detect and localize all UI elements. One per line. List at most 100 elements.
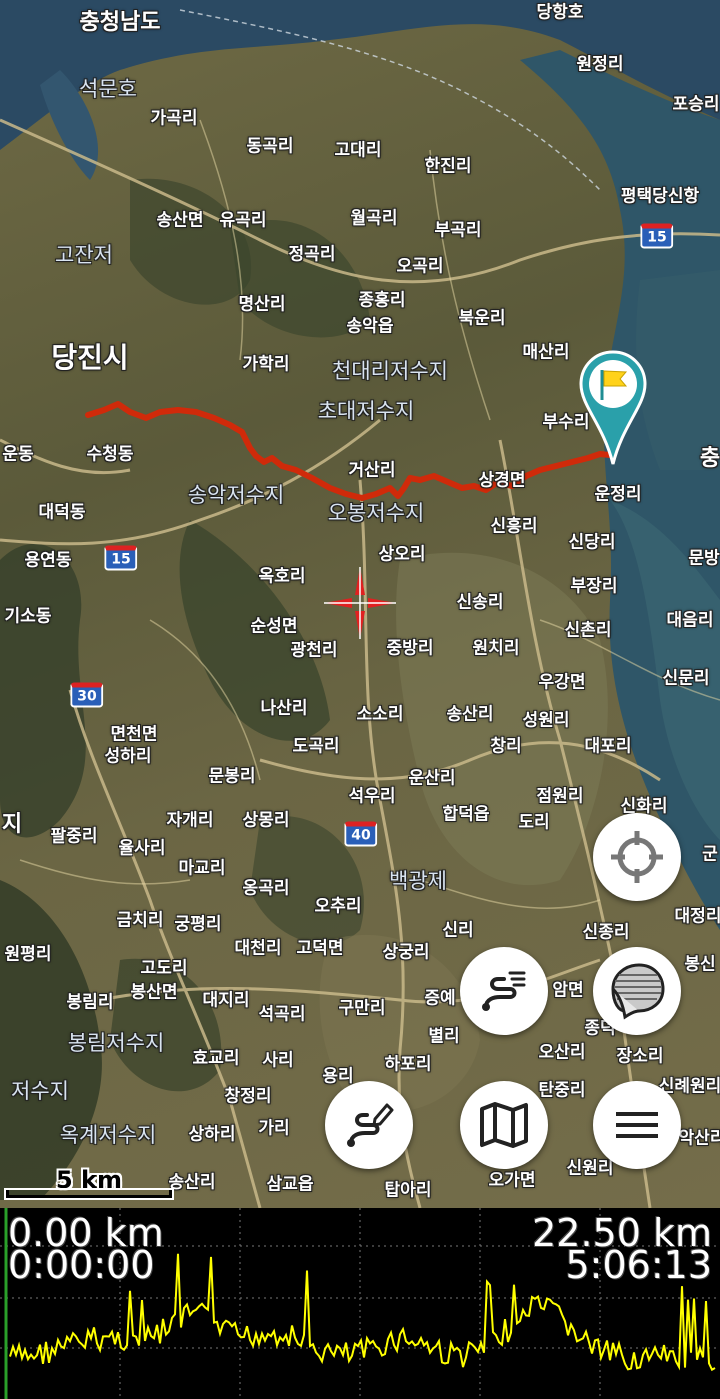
draw-route-button[interactable] xyxy=(325,1081,413,1169)
map-view[interactable]: 충청남도 당항호 석문호 원정리 가곡리 포승리 동곡리 고대리 한진리 평택당… xyxy=(0,0,720,1208)
place-changri: 창리 xyxy=(490,736,522,757)
draw-route-icon xyxy=(347,1103,394,1147)
place-sari: 사리 xyxy=(262,1050,294,1071)
place-seokgokri: 석곡리 xyxy=(258,1004,306,1025)
menu-button[interactable] xyxy=(593,1081,681,1169)
destination-pin-icon[interactable] xyxy=(578,350,648,466)
place-chungcheongnam-do: 충청남도 xyxy=(79,10,161,35)
map-center-crosshair xyxy=(324,567,396,639)
place-gungpyeongri: 궁평리 xyxy=(174,914,222,935)
route-list-icon xyxy=(482,971,526,1011)
place-geumchiri: 금치리 xyxy=(116,910,164,931)
place-bugokri: 부곡리 xyxy=(434,220,482,241)
place-sosori: 소소리 xyxy=(356,704,404,725)
place-magori: 마교리 xyxy=(178,858,226,879)
route-list-button[interactable] xyxy=(460,947,548,1035)
place-ogokri2: 옹곡리 xyxy=(242,878,290,899)
place-sinchonri: 신촌리 xyxy=(564,620,612,641)
place-munbongri: 문봉리 xyxy=(208,766,256,787)
place-munbang: 문방 xyxy=(688,548,720,569)
scale-bar: 5 km xyxy=(6,1164,172,1204)
place-jeungeup: 증예 xyxy=(424,988,456,1009)
place-ji: 지 xyxy=(1,812,23,837)
place-hanjinri: 한진리 xyxy=(424,156,472,177)
place-baekgwangje: 백광제 xyxy=(389,869,447,893)
place-chodae: 초대저수지 xyxy=(317,399,415,423)
place-jangsori: 장소리 xyxy=(616,1046,664,1067)
place-unjeongri: 운정리 xyxy=(594,484,642,505)
place-aksan: 악산리 xyxy=(678,1128,720,1149)
place-sindangri: 신당리 xyxy=(568,532,616,553)
place-bongunri: 북운리 xyxy=(458,308,506,329)
place-maesanri: 매산리 xyxy=(522,342,570,363)
place-ogokri: 오곡리 xyxy=(396,256,444,277)
place-seongwonri: 성원리 xyxy=(522,710,570,731)
place-haporiri: 하포리 xyxy=(384,1054,432,1075)
place-songsanri: 송산리 xyxy=(446,704,494,725)
place-jungbangri: 중방리 xyxy=(386,638,434,659)
place-gari: 가리 xyxy=(258,1118,290,1139)
place-changjeongri: 창정리 xyxy=(224,1086,272,1107)
place-chung: 충 xyxy=(699,446,720,471)
place-dori: 도리 xyxy=(518,812,550,833)
place-dangjinsi: 당진시 xyxy=(51,341,129,374)
place-obong: 오봉저수지 xyxy=(327,501,425,525)
locate-me-button[interactable] xyxy=(593,813,681,901)
place-tapari: 탑아리 xyxy=(384,1180,432,1201)
place-donggokri: 동곡리 xyxy=(246,136,294,157)
place-sangori: 상오리 xyxy=(378,544,426,565)
start-time: 0:00:00 xyxy=(8,1243,155,1287)
place-danghangho: 당항호 xyxy=(536,2,584,23)
place-nasanri: 나산리 xyxy=(260,698,308,719)
place-daeumri: 대음리 xyxy=(666,610,714,631)
place-bongnimri: 봉림리 xyxy=(66,992,114,1013)
place-daepori: 대포리 xyxy=(584,736,632,757)
place-jagaeri: 자개리 xyxy=(166,810,214,831)
place-gumanri: 구만리 xyxy=(338,998,386,1019)
route-40-shield: 40 xyxy=(344,821,378,847)
place-godeokmyeon: 고덕면 xyxy=(296,938,344,959)
place-wonpyeongri: 원평리 xyxy=(4,944,52,965)
place-dogokri: 도곡리 xyxy=(292,736,340,757)
map-button[interactable] xyxy=(460,1081,548,1169)
place-gahyeonri: 가학리 xyxy=(242,354,290,375)
map-layers-button[interactable] xyxy=(593,947,681,1035)
place-songak-reservoir: 송악저수지 xyxy=(187,483,285,507)
route-30-shield: 30 xyxy=(70,682,104,708)
scale-bar-line xyxy=(6,1190,172,1198)
place-cheondaeri: 천대리저수지 xyxy=(332,359,448,383)
elevation-profile[interactable]: 0.00 km 0:00:00 22.50 km 5:06:13 xyxy=(0,1208,720,1399)
place-gojanjeo: 고잔저 xyxy=(55,243,113,267)
place-sinsongri: 신송리 xyxy=(456,592,504,613)
place-sucheongdong: 수청동 xyxy=(86,444,134,465)
place-sinheungri: 신흥리 xyxy=(490,516,538,537)
place-woncheonri: 원치리 xyxy=(472,638,520,659)
place-songakeup: 송악읍 xyxy=(346,316,394,337)
place-ochuri: 오추리 xyxy=(314,896,362,917)
place-seokuri: 석우리 xyxy=(348,786,396,807)
place-okhori: 옥호리 xyxy=(258,566,306,587)
place-pojeungri: 포승리 xyxy=(672,94,720,115)
place-hapdeokeup: 합덕읍 xyxy=(442,804,490,825)
place-daedeokdong: 대덕동 xyxy=(38,502,86,523)
place-bongsanmyeon: 봉산면 xyxy=(130,982,178,1003)
place-wolgokri: 월곡리 xyxy=(350,208,398,229)
place-pyeongtaek: 평택당신항 xyxy=(620,186,700,207)
place-jeonggokri: 정곡리 xyxy=(288,244,336,265)
place-bongsin: 봉신 xyxy=(684,954,716,975)
place-gisodong: 기소동 xyxy=(4,606,52,627)
place-jeomwonri: 점원리 xyxy=(536,786,584,807)
place-yugokri: 유곡리 xyxy=(219,210,267,231)
place-ogamyeon: 오가면 xyxy=(488,1170,536,1191)
route-15-shield-west: 15 xyxy=(104,545,138,571)
place-yongyeondong: 용연동 xyxy=(24,550,72,571)
place-daejeong: 대정리 xyxy=(674,906,720,927)
place-amyeon: 암면 xyxy=(552,980,584,1001)
place-singongri: 신문리 xyxy=(662,668,710,689)
place-daejiri: 대지리 xyxy=(202,990,250,1011)
place-ugangmyeon: 우강면 xyxy=(538,672,586,693)
place-byeolli: 별리 xyxy=(428,1026,460,1047)
crosshair-icon xyxy=(611,831,663,883)
place-daecheonri: 대천리 xyxy=(234,938,282,959)
place-unsanri: 운산리 xyxy=(408,768,456,789)
